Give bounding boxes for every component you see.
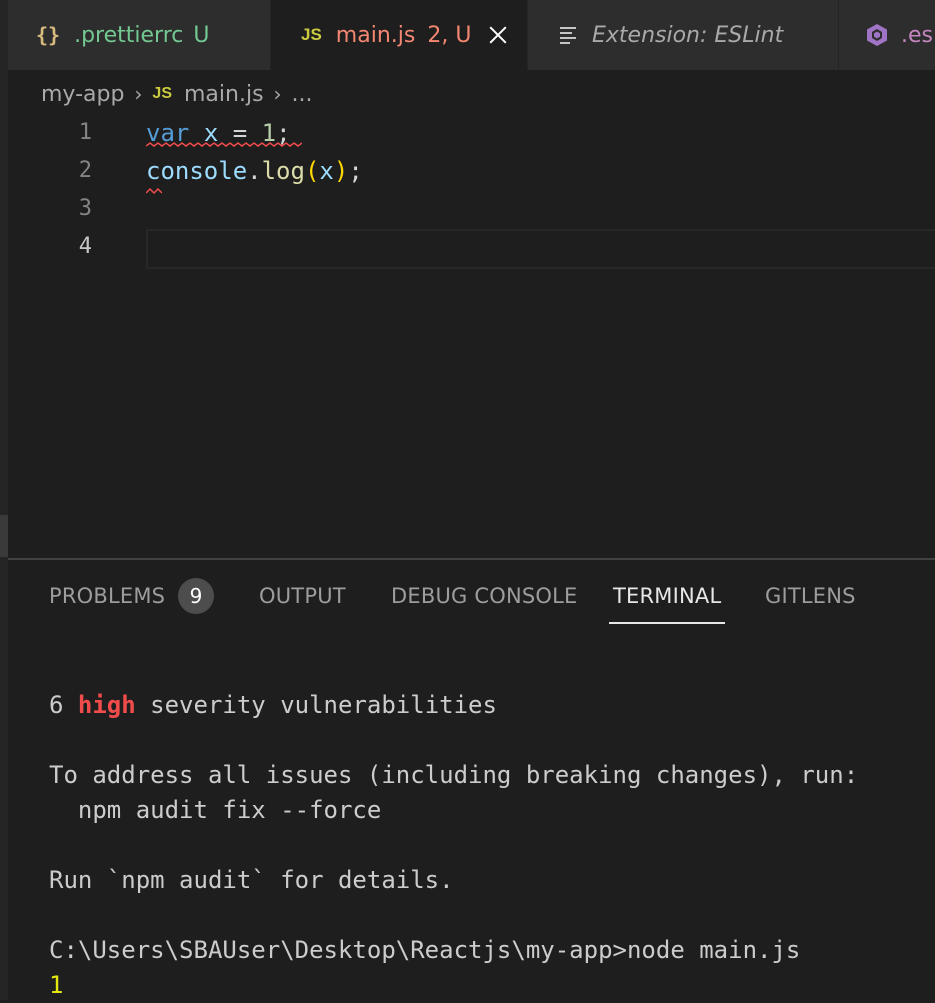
breadcrumb-folder[interactable]: my-app (41, 82, 124, 107)
breadcrumb-more[interactable]: ... (292, 82, 313, 107)
lines-icon (560, 27, 578, 44)
editor-tab-bar: {} .prettierrc U JS main.js 2, U Extensi… (8, 0, 935, 70)
chevron-right-icon: › (134, 82, 143, 106)
terminal-text: severity vulnerabilities (135, 691, 497, 719)
terminal-text: 6 (49, 691, 78, 719)
line-number: 2 (78, 158, 92, 183)
function-name: log (261, 157, 305, 185)
tab-gitlens[interactable]: GITLENS (765, 584, 856, 608)
tab-problems[interactable]: PROBLEMS (49, 584, 165, 608)
tab-main-js[interactable]: JS main.js 2, U (271, 0, 527, 70)
paren: ) (333, 157, 349, 185)
identifier: console (146, 157, 248, 185)
terminal-result-line: 1 (49, 971, 64, 999)
error-squiggle (146, 142, 302, 147)
bottom-panel: PROBLEMS 9 OUTPUT DEBUG CONSOLE TERMINAL… (8, 558, 935, 1000)
line-number: 3 (78, 196, 92, 221)
code-editor[interactable]: var x = 1; console.log(x); (146, 114, 935, 266)
tab-status: 2, U (427, 22, 472, 48)
tab-eslintrc[interactable]: .es (839, 0, 935, 70)
tab-label: .prettierrc (74, 22, 184, 48)
close-icon[interactable] (487, 24, 509, 46)
identifier: x (319, 157, 334, 185)
terminal-line: npm audit fix --force (49, 796, 382, 824)
tab-terminal[interactable]: TERMINAL (608, 584, 726, 624)
js-icon: JS (301, 25, 322, 44)
tab-prettierrc[interactable]: {} .prettierrc U (8, 0, 270, 70)
eslint-hex-icon (867, 24, 887, 46)
terminal-line: To address all issues (including breakin… (49, 761, 859, 789)
terminal-line: Run `npm audit` for details. (49, 866, 454, 894)
tab-extension-eslint[interactable]: Extension: ESLint (528, 0, 838, 70)
sash-handle[interactable] (0, 515, 8, 557)
tab-debug-console[interactable]: DEBUG CONSOLE (391, 584, 578, 608)
code-line[interactable]: var x = 1; (146, 114, 935, 152)
semicolon: ; (348, 157, 363, 185)
chevron-right-icon: › (273, 82, 282, 106)
tab-label: main.js (335, 22, 416, 48)
line-number: 1 (78, 120, 92, 145)
code-line[interactable]: console.log(x); (146, 152, 935, 190)
paren: ( (304, 157, 320, 185)
dot: . (247, 157, 262, 185)
problems-count-badge: 9 (178, 578, 214, 614)
terminal-prompt-line: C:\Users\SBAUser\Desktop\Reactjs\my-app>… (49, 936, 801, 964)
tab-label: Extension: ESLint (592, 22, 784, 48)
tab-label: .es (901, 22, 933, 48)
js-icon: JS (152, 85, 172, 102)
braces-icon: {} (36, 23, 61, 47)
code-line[interactable] (146, 188, 935, 228)
tab-status: U (193, 22, 210, 48)
left-edge-strip (0, 0, 8, 1000)
error-squiggle (146, 188, 162, 194)
breadcrumb-file[interactable]: main.js (184, 82, 264, 107)
code-line[interactable] (146, 228, 935, 266)
severity-high: high (77, 691, 136, 719)
line-number: 4 (78, 234, 92, 259)
terminal-output[interactable]: 6 high severity vulnerabilities To addre… (49, 688, 935, 1003)
tab-output[interactable]: OUTPUT (259, 584, 346, 608)
terminal-line: 6 high severity vulnerabilities (49, 688, 935, 723)
breadcrumb: my-app › JS main.js › ... (41, 78, 313, 110)
line-number-gutter: 1 2 3 4 (8, 114, 98, 266)
panel-tab-bar: PROBLEMS 9 OUTPUT DEBUG CONSOLE TERMINAL… (8, 560, 935, 634)
